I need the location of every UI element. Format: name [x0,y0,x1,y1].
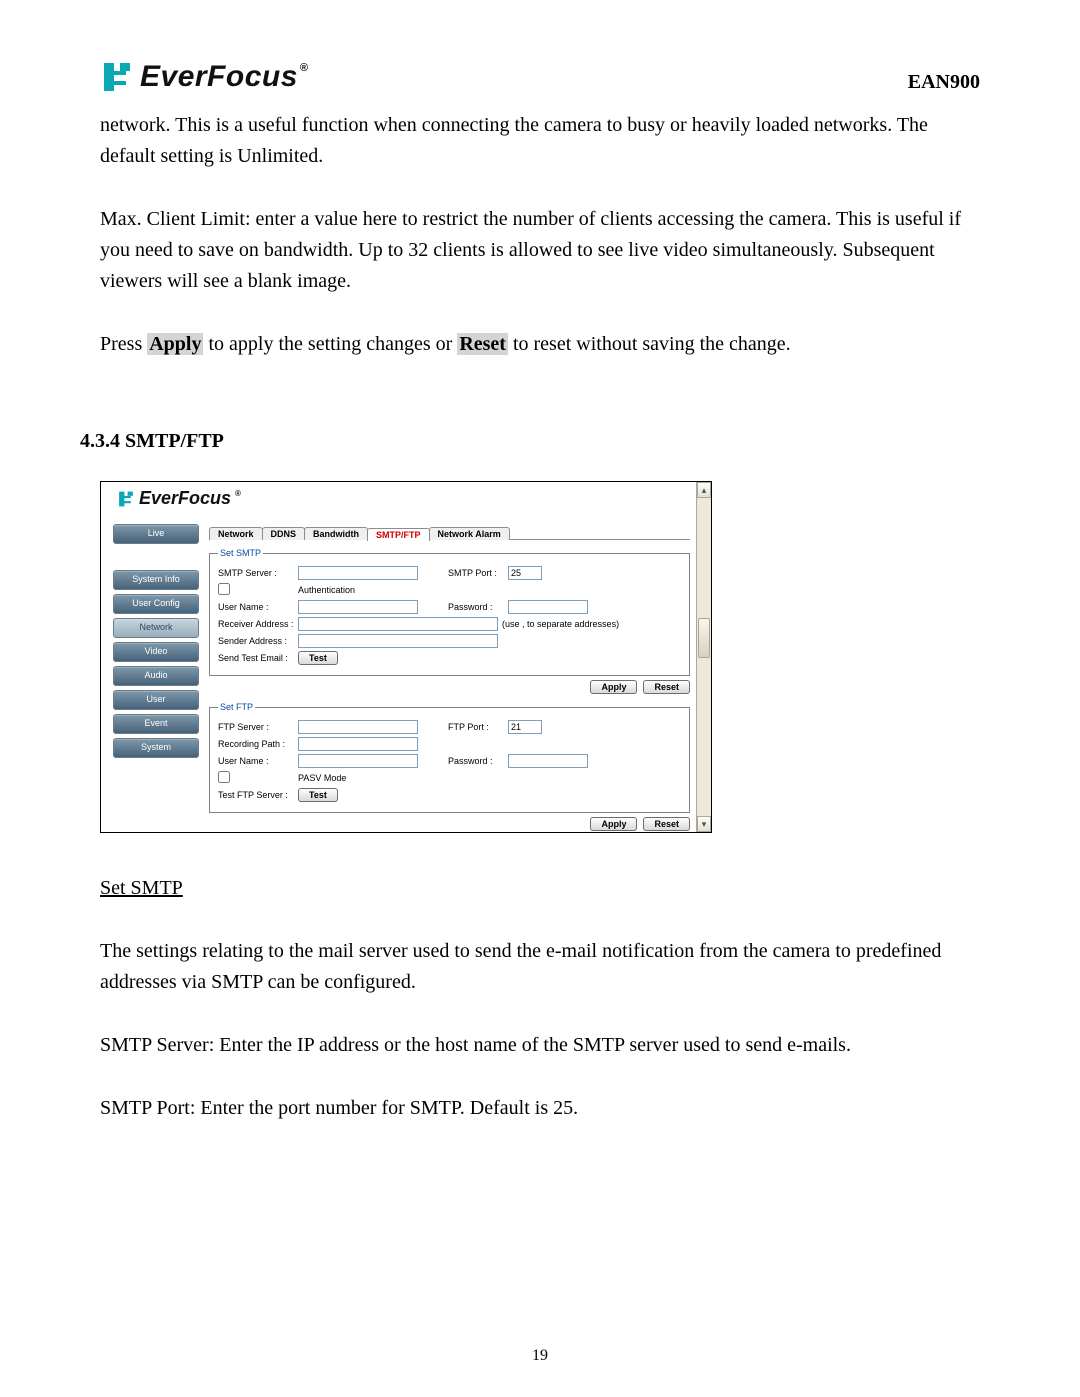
smtp-server-input[interactable] [298,566,418,580]
sidebar-item-system[interactable]: System [113,738,199,758]
smtp-port-input[interactable] [508,566,542,580]
smtp-user-input[interactable] [298,600,418,614]
ftp-user-input[interactable] [298,754,418,768]
smtp-password-label: Password : [448,602,508,612]
brand-logo: EverFocus ® [100,60,309,94]
ftp-password-input[interactable] [508,754,588,768]
ftp-server-label: FTP Server : [218,722,298,732]
smtp-auth-label: Authentication [298,585,448,595]
sidebar-item-user-config[interactable]: User Config [113,594,199,614]
registered-icon: ® [300,62,309,74]
after-p1: The settings relating to the mail server… [100,936,980,998]
scroll-thumb[interactable] [698,618,710,658]
reset-keyword: Reset [457,333,508,355]
paragraph-apply-reset: Press Apply to apply the setting changes… [100,329,980,360]
scrollbar[interactable]: ▴ ▾ [696,482,711,832]
smtp-test-button[interactable]: Test [298,651,338,665]
scroll-up-icon[interactable]: ▴ [697,482,711,498]
ftp-server-input[interactable] [298,720,418,734]
apply-keyword: Apply [147,333,203,355]
smtp-legend: Set SMTP [218,548,263,558]
smtp-port-label: SMTP Port : [448,568,508,578]
screenshot-panel: ▴ ▾ EverFocus® Live System In [100,481,712,833]
ftp-legend: Set FTP [218,702,255,712]
after-p2: SMTP Server: Enter the IP address or the… [100,1030,980,1061]
smtp-receiver-label: Receiver Address : [218,619,298,629]
ftp-record-path-label: Recording Path : [218,739,298,749]
ftp-port-input[interactable] [508,720,542,734]
logo-mark-icon [100,60,134,94]
paragraph-bandwidth-cont: network. This is a useful function when … [100,110,980,172]
ftp-port-label: FTP Port : [448,722,508,732]
smtp-server-label: SMTP Server : [218,568,298,578]
smtp-user-label: User Name : [218,602,298,612]
sidebar: Live System Info User Config Network Vid… [113,524,199,832]
smtp-fieldset: Set SMTP SMTP Server : SMTP Port : Authe… [209,548,690,676]
brand-name: EverFocus [140,60,298,94]
smtp-password-input[interactable] [508,600,588,614]
smtp-reset-button[interactable]: Reset [643,680,690,694]
ftp-reset-button[interactable]: Reset [643,817,690,831]
tab-ddns[interactable]: DDNS [262,527,306,540]
smtp-apply-button[interactable]: Apply [590,680,637,694]
section-heading-smtp-ftp: 4.3.4 SMTP/FTP [80,430,980,453]
smtp-receiver-hint: (use , to separate addresses) [502,619,619,629]
ftp-pasv-label: PASV Mode [298,773,448,783]
sidebar-item-video[interactable]: Video [113,642,199,662]
sidebar-item-system-info[interactable]: System Info [113,570,199,590]
paragraph-client-limit: Max. Client Limit: enter a value here to… [100,204,980,297]
ftp-pasv-checkbox[interactable] [218,771,230,783]
panel-brand-logo: EverFocus® [117,488,241,509]
tab-network[interactable]: Network [209,527,263,540]
tab-bar: Network DDNS Bandwidth SMTP/FTP Network … [209,524,690,540]
sidebar-item-user[interactable]: User [113,690,199,710]
ftp-record-path-input[interactable] [298,737,418,751]
sidebar-item-event[interactable]: Event [113,714,199,734]
sidebar-item-audio[interactable]: Audio [113,666,199,686]
smtp-sender-input[interactable] [298,634,498,648]
page-number: 19 [0,1347,1080,1365]
ftp-apply-button[interactable]: Apply [590,817,637,831]
tab-bandwidth[interactable]: Bandwidth [304,527,368,540]
smtp-auth-checkbox[interactable] [218,583,230,595]
smtp-send-test-label: Send Test Email : [218,653,298,663]
smtp-sender-label: Sender Address : [218,636,298,646]
set-smtp-heading: Set SMTP [100,877,183,899]
sidebar-item-live[interactable]: Live [113,524,199,544]
ftp-fieldset: Set FTP FTP Server : FTP Port : Recordin… [209,702,690,813]
scroll-down-icon[interactable]: ▾ [697,816,711,832]
sidebar-item-network[interactable]: Network [113,618,199,638]
tab-network-alarm[interactable]: Network Alarm [429,527,510,540]
model-number: EAN900 [908,71,980,94]
ftp-test-label: Test FTP Server : [218,790,298,800]
logo-mark-icon [117,490,135,508]
smtp-receiver-input[interactable] [298,617,498,631]
ftp-user-label: User Name : [218,756,298,766]
ftp-test-button[interactable]: Test [298,788,338,802]
after-p3: SMTP Port: Enter the port number for SMT… [100,1093,980,1124]
ftp-password-label: Password : [448,756,508,766]
tab-smtp-ftp[interactable]: SMTP/FTP [367,528,430,541]
scroll-track[interactable] [697,498,711,816]
